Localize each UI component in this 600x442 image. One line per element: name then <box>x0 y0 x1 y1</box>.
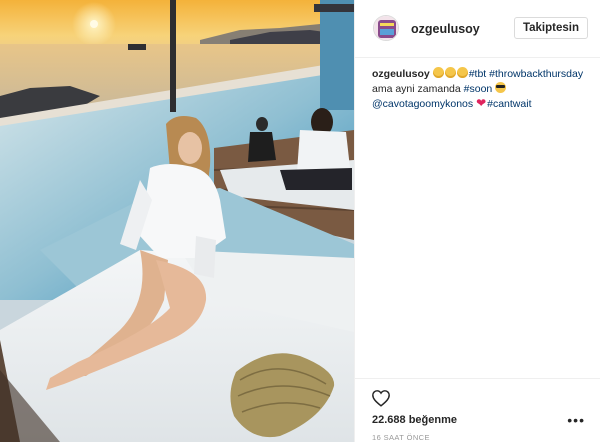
grinning-emoji-icon <box>456 67 468 78</box>
post-photo[interactable] <box>0 0 354 442</box>
heart-outline-icon[interactable] <box>371 389 391 407</box>
post-footer: 22.688 beğenme ••• 16 SAAT ÖNCE <box>355 378 600 442</box>
grinning-emoji-icon <box>444 67 456 78</box>
likes-count[interactable]: 22.688 beğenme <box>372 414 457 426</box>
post-caption: ozgeulusoy #tbt #throwbackthursday ama a… <box>372 67 588 112</box>
caption-text: ama ayni zamanda <box>372 82 461 95</box>
post-details-panel: ozgeulusoy Takiptesin ozgeulusoy #tbt #t… <box>354 0 600 442</box>
red-heart-emoji-icon: ❤ <box>476 96 487 110</box>
post-timestamp[interactable]: 16 SAAT ÖNCE <box>372 433 430 442</box>
post-header: ozgeulusoy Takiptesin <box>355 0 600 58</box>
hashtag-link[interactable]: #throwbackthursday <box>489 68 583 80</box>
sunglasses-emoji-icon <box>495 81 507 93</box>
grinning-emoji-icon <box>432 67 444 78</box>
post-photo-illustration <box>0 0 354 442</box>
avatar-image <box>374 16 398 40</box>
caption-username[interactable]: ozgeulusoy <box>372 68 430 80</box>
follow-button[interactable]: Takiptesin <box>513 17 588 39</box>
header-username[interactable]: ozgeulusoy <box>411 22 480 36</box>
hashtag-link[interactable]: #cantwait <box>487 98 531 110</box>
hashtag-link[interactable]: #soon <box>464 83 493 95</box>
mention-link[interactable]: @cavotagoomykonos <box>372 98 473 110</box>
more-options-icon[interactable]: ••• <box>567 413 585 427</box>
hashtag-link[interactable]: #tbt <box>469 68 487 80</box>
avatar[interactable] <box>373 15 399 41</box>
